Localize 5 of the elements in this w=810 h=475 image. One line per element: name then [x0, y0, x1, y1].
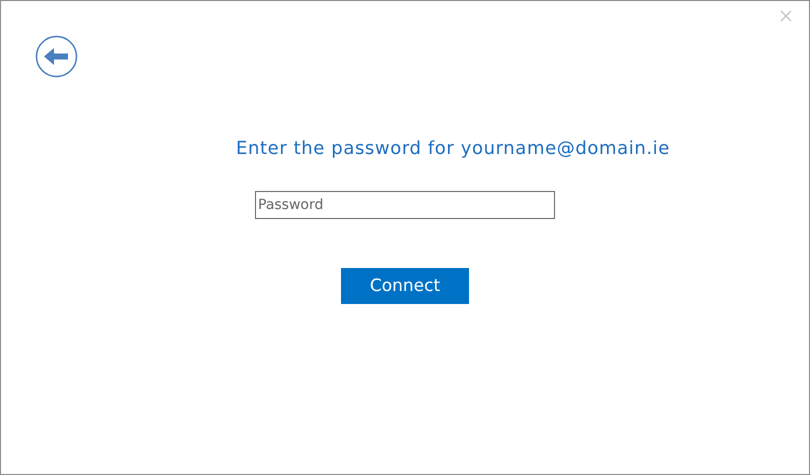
back-button[interactable] — [35, 35, 78, 78]
password-field[interactable]: Password — [255, 191, 555, 219]
connect-button[interactable]: Connect — [341, 268, 469, 304]
password-prompt-heading: Enter the password for yourname@domain.ie — [236, 138, 671, 159]
close-icon — [780, 10, 792, 22]
